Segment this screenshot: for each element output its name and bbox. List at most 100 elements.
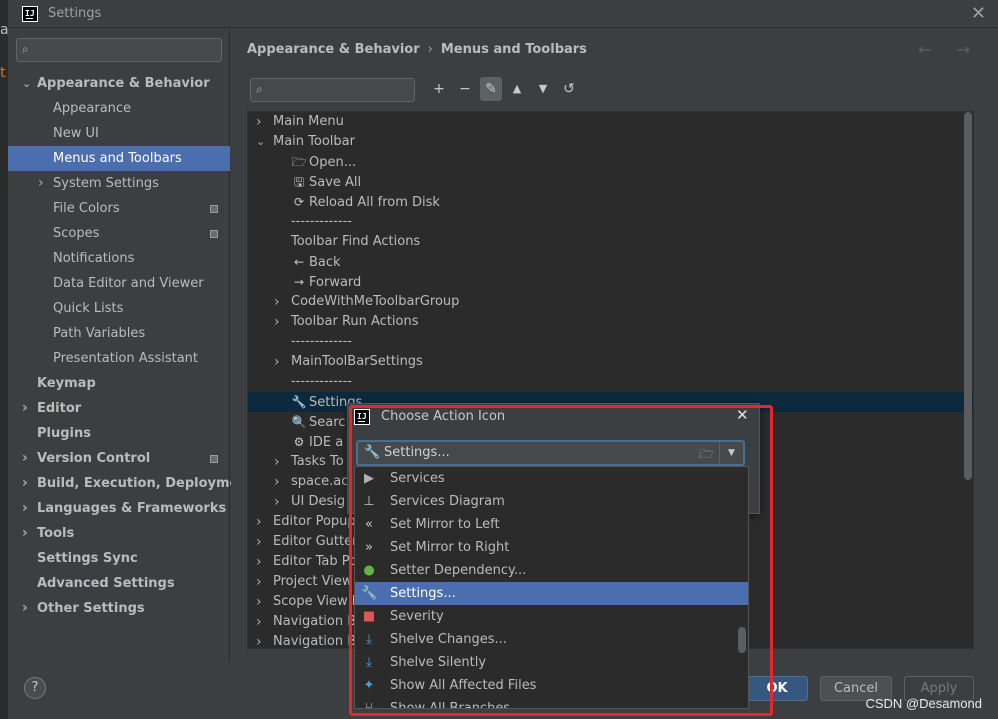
chevron-right-icon[interactable]: ›: [274, 292, 280, 312]
nav-back-forward-icon[interactable]: ← →: [918, 40, 980, 59]
chevron-right-icon[interactable]: ›: [22, 446, 28, 471]
chevron-right-icon[interactable]: ›: [256, 552, 262, 572]
search-icon: ⌕: [256, 82, 263, 96]
chevron-right-icon[interactable]: ›: [256, 612, 262, 632]
chevron-right-icon[interactable]: ›: [22, 471, 28, 496]
sidebar-item[interactable]: › Editor: [8, 396, 230, 421]
sidebar-item[interactable]: Data Editor and Viewer: [8, 271, 230, 296]
action-label: Searc: [309, 415, 346, 430]
chevron-right-icon[interactable]: ›: [256, 592, 262, 612]
action-label: -------------: [291, 334, 352, 349]
sidebar-item[interactable]: New UI: [8, 121, 230, 146]
breadcrumb-parent[interactable]: Appearance & Behavior: [247, 42, 420, 57]
action-entry: UI Desig: [291, 492, 345, 512]
sidebar-item[interactable]: Plugins: [8, 421, 230, 446]
action-label: Toolbar Run Actions: [291, 314, 419, 329]
chevron-right-icon[interactable]: ›: [274, 312, 280, 332]
remove-icon[interactable]: −: [454, 77, 476, 101]
chevron-right-icon[interactable]: ›: [256, 512, 262, 532]
chevron-right-icon[interactable]: ›: [274, 352, 280, 372]
sidebar-item[interactable]: Keymap: [8, 371, 230, 396]
add-icon[interactable]: +: [428, 77, 450, 101]
sidebar-item[interactable]: Appearance: [8, 96, 230, 121]
sidebar-item-label: File Colors: [53, 201, 120, 216]
action-tree-row[interactable]: -------------: [248, 332, 973, 352]
action-icon: 🔍: [291, 415, 307, 429]
sidebar-item[interactable]: › System Settings: [8, 171, 230, 196]
action-tree-row[interactable]: ⌄ Main Toolbar: [248, 132, 973, 152]
sidebar-item[interactable]: Path Variables: [8, 321, 230, 346]
action-tree-row[interactable]: 🖫 Save All: [248, 172, 973, 192]
chevron-right-icon[interactable]: ›: [22, 496, 28, 521]
project-scope-icon: [210, 230, 218, 238]
intellij-logo-icon: IJ: [22, 6, 38, 22]
sidebar-item-label: Quick Lists: [53, 301, 124, 316]
sidebar-item[interactable]: › Languages & Frameworks: [8, 496, 230, 521]
chevron-right-icon[interactable]: ›: [22, 396, 28, 421]
sidebar-item[interactable]: › Build, Execution, Deployment: [8, 471, 254, 496]
restore-icon[interactable]: ↺: [558, 77, 580, 101]
action-tree-row[interactable]: ← Back: [248, 252, 973, 272]
chevron-right-icon[interactable]: ›: [274, 492, 280, 512]
sidebar-item[interactable]: Settings Sync: [8, 546, 230, 571]
action-tree-row[interactable]: → Forward: [248, 272, 973, 292]
action-tree-row[interactable]: ⟳ Reload All from Disk: [248, 192, 973, 212]
chevron-right-icon[interactable]: ›: [274, 472, 280, 492]
action-icon: ⚙: [293, 435, 305, 449]
action-entry: CodeWithMeToolbarGroup: [291, 292, 459, 312]
action-entry: → Forward: [291, 272, 361, 293]
chevron-right-icon[interactable]: ›: [274, 452, 280, 472]
edit-icon[interactable]: ✎: [480, 77, 502, 101]
actions-search-input[interactable]: ⌕: [250, 78, 415, 102]
action-tree-row[interactable]: 🗁 Open...: [248, 152, 973, 172]
action-tree-row[interactable]: › Main Menu: [248, 112, 973, 132]
sidebar-item-label: Languages & Frameworks: [37, 501, 227, 516]
sidebar-item[interactable]: › Version Control: [8, 446, 230, 471]
action-tree-row[interactable]: › CodeWithMeToolbarGroup: [248, 292, 973, 312]
move-up-icon[interactable]: ▲: [506, 77, 528, 101]
chevron-right-icon[interactable]: ›: [22, 596, 28, 621]
project-scope-icon: [210, 205, 218, 213]
action-label: Save All: [309, 175, 362, 190]
chevron-right-icon[interactable]: ›: [22, 521, 28, 546]
action-label: Toolbar Find Actions: [291, 234, 421, 249]
sidebar-item-label: System Settings: [53, 176, 159, 191]
help-button[interactable]: ?: [24, 677, 46, 699]
sidebar-item[interactable]: › Other Settings: [8, 596, 230, 621]
sidebar-item[interactable]: Notifications: [8, 246, 230, 271]
action-tree-row[interactable]: -------------: [248, 212, 973, 232]
action-entry: Toolbar Run Actions: [291, 312, 419, 332]
sidebar-item[interactable]: Menus and Toolbars: [8, 146, 230, 171]
action-label: Forward: [309, 275, 362, 290]
breadcrumb-current: Menus and Toolbars: [440, 42, 587, 57]
sidebar-item[interactable]: Advanced Settings: [8, 571, 230, 596]
action-label: Back: [309, 255, 341, 270]
sidebar-item[interactable]: Scopes: [8, 221, 230, 246]
action-tree-row[interactable]: Toolbar Find Actions: [248, 232, 973, 252]
sidebar-item[interactable]: File Colors: [8, 196, 230, 221]
close-icon[interactable]: ✕: [971, 3, 986, 24]
move-down-icon[interactable]: ▼: [532, 77, 554, 101]
sidebar-item[interactable]: › Tools: [8, 521, 230, 546]
action-tree-row[interactable]: › MainToolBarSettings: [248, 352, 973, 372]
chevron-down-icon[interactable]: ⌄: [22, 71, 31, 96]
chevron-right-icon[interactable]: ›: [256, 572, 262, 592]
sidebar-item[interactable]: Quick Lists: [8, 296, 230, 321]
action-label: Main Menu: [273, 114, 344, 129]
settings-tree: ⌄ Appearance & Behavior Appearance New UI Me…: [8, 71, 254, 621]
settings-search-input[interactable]: ⌕: [16, 38, 222, 62]
action-label: Reload All from Disk: [309, 195, 440, 210]
chevron-right-icon[interactable]: ›: [256, 112, 262, 132]
action-label: Project View: [273, 574, 353, 589]
breadcrumb-separator: ›: [427, 42, 433, 57]
sidebar-item[interactable]: ⌄ Appearance & Behavior: [8, 71, 230, 96]
action-tree-row[interactable]: › Toolbar Run Actions: [248, 312, 973, 332]
action-entry: space.ac: [291, 472, 348, 492]
vertical-scrollbar[interactable]: [964, 112, 972, 480]
chevron-right-icon[interactable]: ›: [256, 632, 262, 648]
chevron-right-icon[interactable]: ›: [38, 171, 44, 196]
action-tree-row[interactable]: -------------: [248, 372, 973, 392]
chevron-right-icon[interactable]: ›: [256, 532, 262, 552]
chevron-down-icon[interactable]: ⌄: [256, 132, 265, 152]
sidebar-item[interactable]: Presentation Assistant: [8, 346, 230, 371]
